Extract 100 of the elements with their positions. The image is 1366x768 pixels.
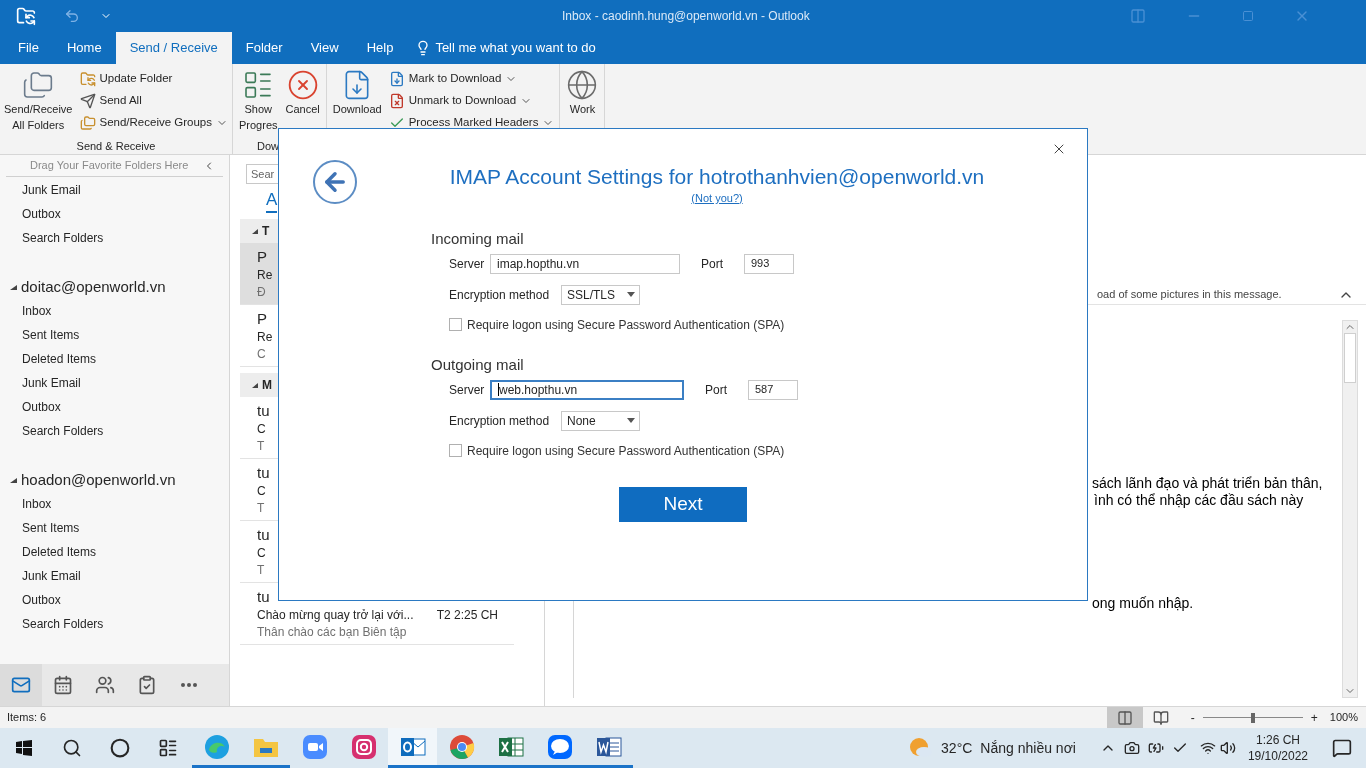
clipboard-check-icon xyxy=(137,675,157,695)
ribbon-tab[interactable]: Folder xyxy=(231,32,297,64)
encryption-dropdown[interactable]: None xyxy=(561,410,640,431)
dropdown-triangle-icon xyxy=(627,292,635,297)
zoom-slider-thumb[interactable] xyxy=(1250,712,1255,723)
spa-checkbox[interactable] xyxy=(449,318,462,331)
group-label: Send & Receive xyxy=(75,139,157,154)
folder-item[interactable]: Sent Items xyxy=(0,323,229,347)
globe-icon xyxy=(566,69,599,101)
server-label: Server xyxy=(449,255,486,273)
message-subject: Re xyxy=(257,329,273,346)
ribbon-tab[interactable]: File xyxy=(4,32,53,64)
ribbon-tab[interactable]: View xyxy=(296,32,353,64)
ribbon-large-button[interactable]: Show Progres xyxy=(237,69,280,133)
browser-logo-icon xyxy=(448,733,475,760)
ribbon-small-button[interactable]: Send/Receive Groups xyxy=(78,114,229,132)
port-field[interactable]: 587 xyxy=(748,379,798,400)
folder-item[interactable]: Outbox xyxy=(0,202,229,226)
battery-icon[interactable] xyxy=(1147,740,1164,756)
clock-time[interactable]: 1:26 CH xyxy=(1255,732,1300,748)
folder-item[interactable]: Sent Items xyxy=(0,516,229,540)
zoom-level: 100% xyxy=(1329,710,1358,726)
message-subject: Re xyxy=(257,267,273,284)
zoom-in-button[interactable]: + xyxy=(1310,708,1318,727)
ribbon-tab[interactable]: Send / Receive xyxy=(115,32,232,64)
spreadsheet-app-icon xyxy=(497,734,524,759)
items-count: Items: 6 xyxy=(7,710,47,726)
folder-item[interactable]: Deleted Items xyxy=(0,540,229,564)
temperature: 32°C xyxy=(941,738,973,758)
expand-triangle-icon xyxy=(10,477,17,483)
cancel-icon xyxy=(286,69,319,101)
scrollbar[interactable] xyxy=(1342,320,1358,698)
volume-icon[interactable] xyxy=(1219,740,1236,756)
folder-item[interactable]: Junk Email xyxy=(0,371,229,395)
folder-item[interactable]: Outbox xyxy=(0,395,229,419)
ribbon-small-button[interactable]: Send All xyxy=(78,92,229,110)
ribbon-tab[interactable]: Help xyxy=(352,32,408,64)
port-field[interactable]: 993 xyxy=(744,253,794,274)
clock-date[interactable]: 19/10/2022 xyxy=(1247,748,1308,764)
server-field[interactable]: imap.hopthu.vn xyxy=(490,253,680,274)
collapse-triangle-icon xyxy=(252,382,258,388)
not-you-link[interactable]: (Not you?) xyxy=(691,190,743,207)
zoom-out-button[interactable]: - xyxy=(1190,708,1195,727)
folder-item[interactable]: Junk Email xyxy=(0,178,229,202)
server-label: Server xyxy=(449,381,486,399)
spa-checkbox[interactable] xyxy=(449,444,462,457)
folder-item[interactable]: Inbox xyxy=(0,492,229,516)
spa-label: Require logon using Secure Password Authentication (SPA) xyxy=(467,316,785,334)
message-sender: P xyxy=(257,247,267,267)
chat-bubble-logo-icon xyxy=(546,733,573,760)
tell-me-search[interactable]: Tell me what you want to do xyxy=(415,32,596,64)
ribbon-large-button[interactable]: Cancel xyxy=(283,69,322,117)
message-sender: tu xyxy=(257,525,270,545)
zoom-slider[interactable] xyxy=(1202,712,1303,723)
send-icon xyxy=(79,93,96,109)
ribbon-large-button[interactable]: Send/Receive All Folders xyxy=(2,69,75,133)
ribbon-large-button[interactable]: Download xyxy=(330,69,384,117)
account-header[interactable]: hoadon@openworld.vn xyxy=(0,468,229,492)
camera-icon[interactable] xyxy=(1123,740,1140,756)
nav-mail-button[interactable] xyxy=(0,664,42,706)
wifi-icon[interactable] xyxy=(1199,740,1216,756)
group-label: Dow xyxy=(256,139,280,154)
normal-view-icon xyxy=(1116,709,1133,726)
back-button[interactable] xyxy=(313,160,357,204)
scrollbar-thumb[interactable] xyxy=(1344,333,1356,383)
more-icon xyxy=(181,683,197,687)
folder-item[interactable]: Junk Email xyxy=(0,564,229,588)
encryption-dropdown[interactable]: SSL/TLS xyxy=(561,284,640,305)
normal-view-button[interactable] xyxy=(1106,707,1143,728)
folder-item[interactable]: Search Folders xyxy=(0,226,229,250)
account-header[interactable]: doitac@openworld.vn xyxy=(0,275,229,299)
ribbon-small-button[interactable]: Process Marked Headers xyxy=(387,114,556,132)
collapse-triangle-icon xyxy=(252,228,258,234)
folder-item[interactable]: Outbox xyxy=(0,588,229,612)
ribbon-small-button[interactable]: Update Folder xyxy=(78,70,229,88)
ribbon-small-button[interactable]: Mark to Download xyxy=(387,70,556,88)
camera-logo-icon xyxy=(350,733,377,760)
notifications-icon[interactable] xyxy=(1332,738,1352,758)
port-label: Port xyxy=(701,255,724,273)
body-text: ình có thể nhập các đầu sách này xyxy=(1094,492,1305,509)
ribbon-tab[interactable]: Home xyxy=(52,32,116,64)
folder-item[interactable]: Search Folders xyxy=(0,612,229,636)
taskbar-app[interactable] xyxy=(388,728,437,768)
server-field[interactable]: web.hopthu.vn xyxy=(490,379,684,400)
favorites-hint: Drag Your Favorite Folders Here xyxy=(30,158,189,174)
infobar-text: oad of some pictures in this message. xyxy=(1097,287,1282,303)
text-cursor xyxy=(498,383,499,396)
ribbon-large-button[interactable]: Work xyxy=(564,69,601,117)
message-preview: T xyxy=(257,500,265,516)
folder-item[interactable]: Search Folders xyxy=(0,419,229,443)
windows-logo-icon xyxy=(16,740,32,756)
expand-triangle-icon xyxy=(10,284,17,290)
message-subject: Chào mừng quay trở lại với... xyxy=(257,607,414,624)
server-value: imap.hopthu.vn xyxy=(497,255,580,273)
ribbon-small-button[interactable]: Unmark to Download xyxy=(387,92,556,110)
folder-sync-icon xyxy=(79,71,96,87)
open-book-icon xyxy=(1152,709,1169,726)
next-button[interactable]: Next xyxy=(619,486,747,522)
folder-item[interactable]: Inbox xyxy=(0,299,229,323)
folder-item[interactable]: Deleted Items xyxy=(0,347,229,371)
